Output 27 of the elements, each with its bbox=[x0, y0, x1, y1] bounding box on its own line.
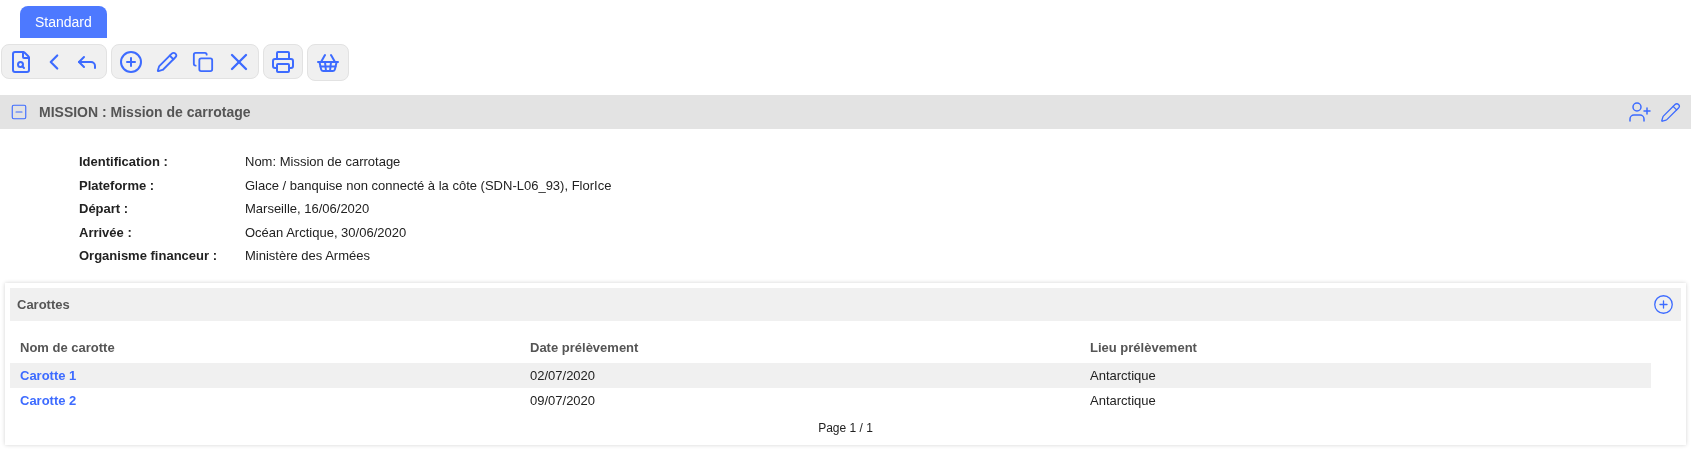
field-label: Plateforme : bbox=[79, 176, 156, 195]
field-label: Identification : bbox=[79, 153, 169, 172]
carotte-link[interactable]: Carotte 2 bbox=[20, 390, 530, 411]
table-cell-text: Antarctique bbox=[1090, 366, 1157, 385]
column-header: Date prélèvement bbox=[530, 339, 640, 358]
field-value: Océan Arctique, 30/06/2020 bbox=[245, 223, 407, 242]
table-cell-text: 02/07/2020 bbox=[530, 366, 597, 385]
field-value: Marseille, 16/06/2020 bbox=[245, 200, 370, 219]
add-icon[interactable] bbox=[1653, 294, 1674, 315]
collapse-icon[interactable] bbox=[10, 103, 28, 121]
field-value: Ministère des Armées bbox=[245, 247, 370, 266]
field-label: Départ : bbox=[79, 200, 130, 219]
field-label: Organisme financeur : bbox=[79, 247, 218, 266]
section-title: MISSION : Mission de carrotage bbox=[39, 102, 251, 122]
column-header: Lieu prélèvement bbox=[1090, 339, 1198, 358]
column-header: Nom de carotte bbox=[20, 339, 116, 358]
table-cell-text: 09/07/2020 bbox=[530, 391, 597, 410]
pagination-text: Page 1 / 1 bbox=[818, 420, 873, 437]
carotte-link[interactable]: Carotte 1 bbox=[20, 365, 530, 386]
field-value: Nom: Mission de carrotage bbox=[245, 153, 401, 172]
field-label: Arrivée : bbox=[79, 223, 133, 242]
panel-title: Carottes bbox=[17, 295, 70, 314]
table-cell-text: Antarctique bbox=[1090, 391, 1157, 410]
field-value: Glace / banquise non connecté à la côte (SDN-L06_93), FlorIce bbox=[245, 176, 612, 195]
add-user-icon[interactable] bbox=[1628, 100, 1652, 124]
tab[interactable]: Standard bbox=[20, 6, 107, 38]
pencil-icon[interactable] bbox=[1660, 101, 1681, 123]
